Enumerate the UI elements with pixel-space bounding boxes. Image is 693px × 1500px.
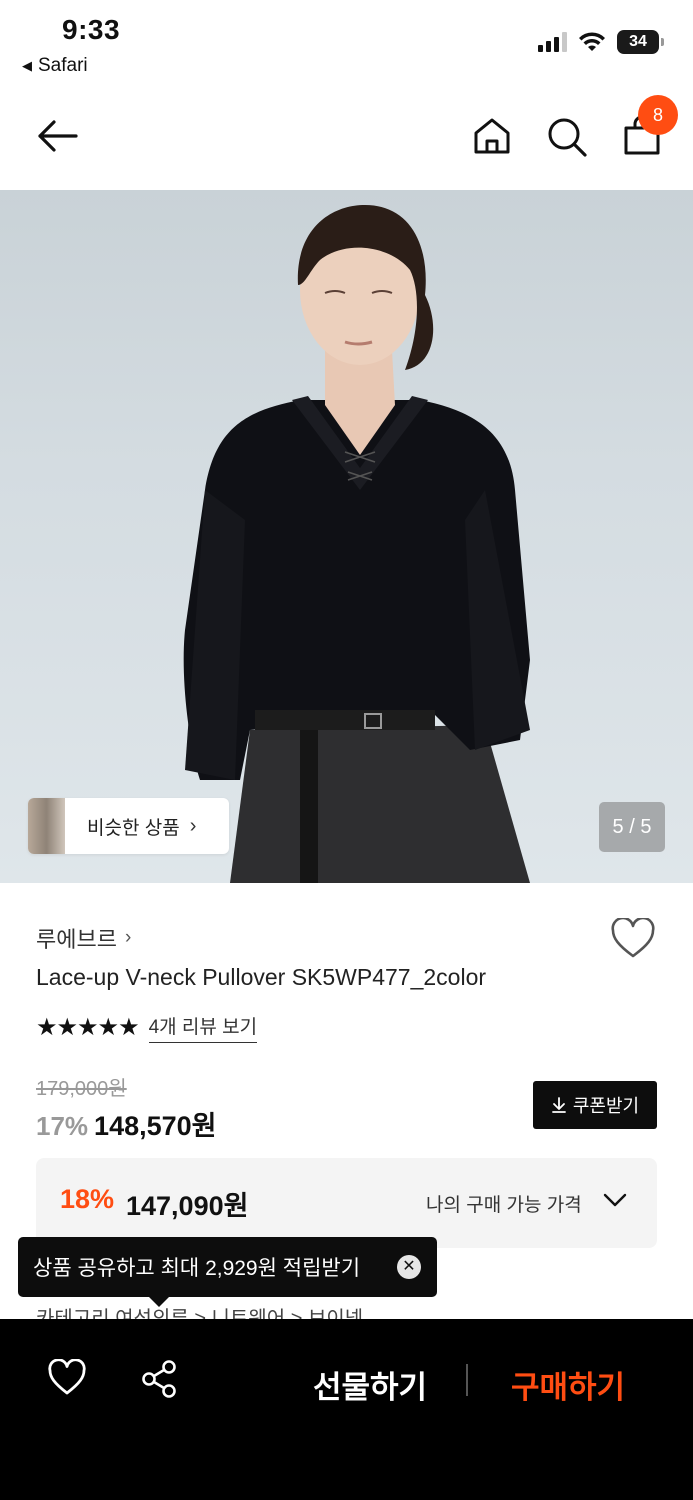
bottom-action-bar: 선물하기 구매하기 — [0, 1319, 693, 1500]
chevron-right-icon: › — [189, 814, 197, 837]
back-triangle-icon: ◀ — [22, 58, 32, 73]
share-icon[interactable] — [140, 1359, 178, 1399]
coupon-button[interactable]: 쿠폰받기 — [533, 1081, 657, 1129]
buy-button[interactable]: 구매하기 — [511, 1362, 625, 1407]
back-arrow-icon[interactable] — [36, 118, 78, 154]
model-photo — [183, 205, 530, 883]
my-price-label: 나의 구매 가능 가격 — [426, 1195, 582, 1216]
my-price: 147,090원 — [126, 1191, 249, 1221]
cart-count-badge: 8 — [638, 95, 678, 135]
tooltip-arrow — [149, 1297, 169, 1307]
tooltip-text: 상품 공유하고 최대 2,929원 적립받기 — [33, 1257, 361, 1280]
similar-products-button[interactable]: 비슷한 상품 › — [28, 798, 229, 854]
wishlist-heart-icon[interactable] — [610, 918, 656, 960]
my-price-box[interactable]: 18% 147,090원 나의 구매 가능 가격 — [36, 1158, 657, 1248]
brand-link[interactable]: 루에브르 › — [36, 922, 131, 954]
share-reward-tooltip: 상품 공유하고 최대 2,929원 적립받기 ✕ — [18, 1237, 437, 1307]
image-pager: 5 / 5 — [599, 802, 665, 852]
battery-indicator: 34 — [617, 30, 664, 54]
category-breadcrumb: 카테고리 여성의류 > 니트웨어 > 브이넥 — [36, 1308, 364, 1320]
signal-icon — [538, 32, 567, 52]
status-time: 9:33 — [62, 14, 121, 45]
top-nav — [0, 96, 693, 178]
star-rating: ★★★★★ — [36, 1014, 140, 1041]
home-icon[interactable] — [472, 116, 512, 156]
back-app-label: Safari — [38, 55, 88, 76]
sale-price-row: 17% 148,570원 — [36, 1104, 217, 1143]
product-image[interactable] — [0, 190, 693, 883]
original-price: 179,000원 — [36, 1078, 127, 1100]
chevron-right-icon: › — [124, 927, 132, 948]
heart-icon[interactable] — [47, 1359, 87, 1397]
product-title: Lace-up V-neck Pullover SK5WP477_2color — [36, 964, 487, 990]
status-bar: 9:33 ◀ Safari 34 — [0, 0, 693, 88]
brand-name: 루에브르 — [36, 927, 117, 952]
divider — [466, 1364, 468, 1396]
discount-percent: 17% — [36, 1111, 89, 1141]
my-discount-percent: 18% — [60, 1184, 115, 1214]
back-to-safari[interactable]: ◀ Safari — [22, 55, 88, 77]
chevron-down-icon — [603, 1193, 627, 1207]
close-icon[interactable]: ✕ — [397, 1255, 421, 1279]
review-link[interactable]: 4개 리뷰 보기 — [148, 1012, 258, 1043]
gift-button[interactable]: 선물하기 — [313, 1362, 427, 1407]
coupon-label: 쿠폰받기 — [572, 1096, 640, 1116]
wifi-icon — [579, 32, 605, 51]
status-indicators: 34 — [537, 30, 664, 54]
rating-row: ★★★★★ 4개 리뷰 보기 — [36, 1012, 258, 1043]
search-icon[interactable] — [546, 116, 588, 158]
download-icon — [551, 1097, 566, 1113]
sale-price: 148,570원 — [94, 1111, 217, 1141]
similar-thumbnail — [28, 798, 65, 854]
similar-label: 비슷한 상품 — [87, 817, 180, 839]
